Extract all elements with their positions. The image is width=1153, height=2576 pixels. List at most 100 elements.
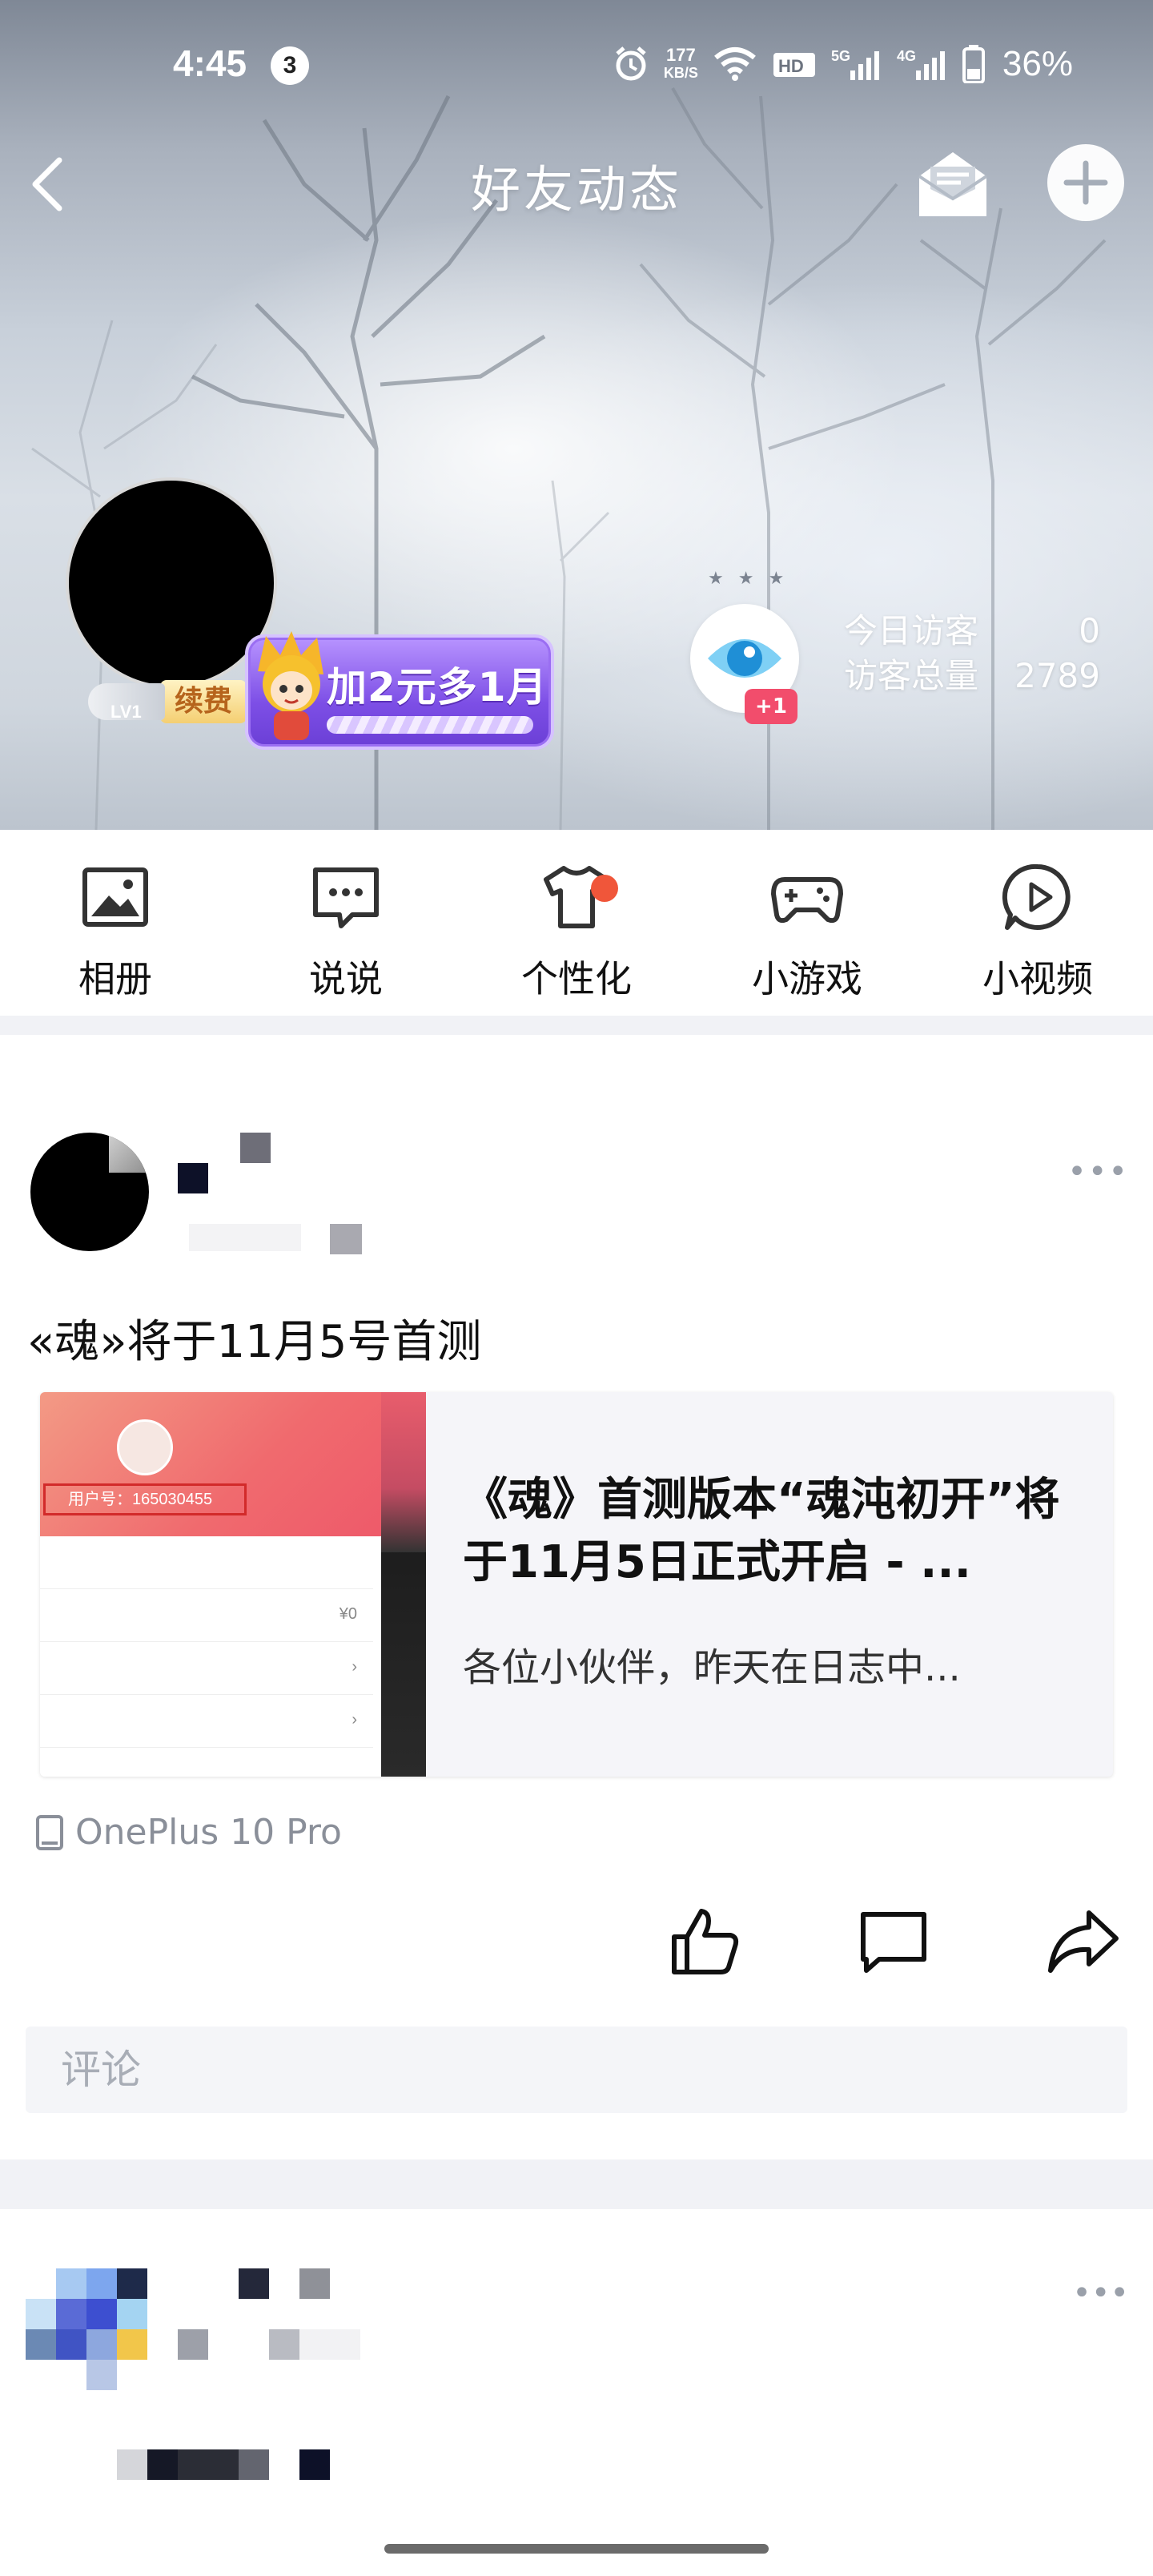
shortcut-label: 小游戏 — [752, 957, 862, 1000]
redacted-avatar — [86, 2360, 117, 2390]
shortcut-label: 说说 — [309, 957, 383, 1000]
total-visitors-label: 访客总量 — [844, 656, 979, 695]
redacted-post-time — [178, 2329, 208, 2360]
renew-button[interactable]: 续费 — [160, 680, 247, 723]
shortcut-label: 相册 — [78, 957, 152, 1000]
vip-promo-text: 加2元多1月 — [327, 664, 548, 710]
visitor-stats[interactable]: 今日访客 0 访客总量 2789 — [844, 609, 1100, 698]
more-options-icon[interactable]: ••• — [1067, 1153, 1129, 1190]
visitor-plus-badge: +1 — [745, 689, 797, 724]
shortcut-shuoshuo[interactable]: 说说 — [231, 859, 461, 1016]
more-options-icon[interactable]: ••• — [1072, 2275, 1129, 2312]
signal-5g-icon: 5G — [831, 48, 879, 80]
thumbnail-list: ¥0 › › — [40, 1536, 373, 1748]
level-badge[interactable]: LV1 续费 — [88, 678, 247, 726]
cover-banner[interactable]: 4:45 3 177 KB/S HD 5G 4G 36% 好友动态 LV1 续费… — [0, 0, 1153, 830]
vip-promo-banner[interactable]: 加2元多1月 — [245, 631, 554, 750]
redacted-post-text — [178, 2449, 239, 2480]
level-text: LV1 — [110, 702, 142, 722]
redacted-post-time — [330, 1224, 362, 1254]
link-description: 各位小伙伴，昨天在日志中... — [463, 1645, 961, 1690]
shortcut-minigames[interactable]: 小游戏 — [692, 859, 922, 1016]
add-post-button[interactable] — [1047, 144, 1124, 221]
stars-icon: ★★★ — [708, 569, 799, 589]
post-actions — [666, 1903, 1121, 1980]
redacted-avatar — [86, 2299, 117, 2329]
today-visitors-value: 0 — [1079, 611, 1100, 650]
link-preview-card[interactable]: 用户号：165030455 ¥0 › › 《魂》首测版本“魂沌初开”将于11月5… — [40, 1392, 1113, 1777]
redacted-avatar — [56, 2329, 86, 2360]
redacted-author-name — [299, 2268, 330, 2299]
thumbnail-row — [40, 1536, 373, 1589]
thumbnail-strip-top — [381, 1392, 426, 1552]
new-badge-dot — [591, 875, 618, 902]
alarm-icon — [616, 46, 646, 81]
redacted-avatar — [86, 2329, 117, 2360]
thumbnail-logo-icon — [117, 1419, 173, 1475]
redacted-avatar[interactable] — [56, 2268, 86, 2299]
hd-voice-icon: HD — [773, 53, 815, 77]
status-time: 4:45 — [173, 42, 247, 84]
status-bar: 4:45 3 177 KB/S HD 5G 4G 36% — [0, 32, 1153, 104]
network-speed: 177 KB/S — [664, 46, 698, 82]
svg-text:5G: 5G — [831, 48, 850, 64]
mascot-icon — [258, 631, 323, 740]
post-text: «魂»将于11月5号首测 — [27, 1316, 482, 1368]
phone-icon — [36, 1814, 63, 1850]
thumbnail-row: ¥0 — [40, 1589, 373, 1642]
signal-4g-icon: 4G — [897, 48, 945, 80]
visitor-button[interactable]: ★★★ +1 — [689, 569, 801, 729]
redacted-avatar — [56, 2299, 86, 2329]
shortcut-bar: 相册 说说 个性化 小游戏 小视频 — [0, 830, 1153, 1016]
shortcut-personalize[interactable]: 个性化 — [461, 859, 692, 1016]
svg-text:HD: HD — [778, 56, 804, 76]
device-info: OnePlus 10 Pro — [35, 1812, 342, 1853]
total-visitors-value: 2789 — [1014, 656, 1100, 695]
redacted-avatar — [117, 2299, 147, 2329]
share-arrow-icon[interactable] — [1044, 1903, 1121, 1980]
network-speed-value: 177 — [666, 45, 696, 65]
gamepad-icon — [771, 877, 843, 924]
chevron-right-icon: › — [352, 1711, 357, 1729]
post-author-avatar[interactable] — [30, 1133, 149, 1251]
section-divider — [0, 1016, 1153, 1035]
thumbnail-row: › — [40, 1642, 373, 1695]
thumbnail-price: ¥0 — [339, 1605, 357, 1623]
redacted-avatar — [26, 2299, 56, 2329]
svg-text:4G: 4G — [897, 48, 916, 64]
status-icons: 177 KB/S HD 5G 4G 36% — [613, 40, 1073, 88]
shortcut-album[interactable]: 相册 — [0, 859, 231, 1016]
redacted-post-text — [117, 2449, 147, 2480]
thumbnail-user-id: 用户号：165030455 — [43, 1483, 247, 1515]
photo-album-icon — [82, 867, 148, 927]
link-title: 《魂》首测版本“魂沌初开”将于11月5日正式开启 - ... — [463, 1474, 1060, 1588]
like-thumb-icon[interactable] — [666, 1903, 743, 1980]
chevron-right-icon: › — [352, 1658, 357, 1676]
shortcut-label: 个性化 — [521, 957, 632, 1000]
comment-input[interactable]: 评论 — [26, 2027, 1127, 2113]
feed-post-partial: ••• — [0, 2209, 1153, 2576]
plus-icon — [1063, 160, 1108, 205]
shortcut-shortvideo[interactable]: 小视频 — [922, 859, 1153, 1016]
redacted-avatar — [117, 2329, 147, 2360]
battery-icon — [962, 45, 985, 83]
redacted-author-name[interactable] — [178, 1163, 208, 1193]
chat-bubble-icon — [313, 867, 379, 928]
battery-percent: 36% — [1002, 44, 1073, 83]
comment-icon[interactable] — [855, 1903, 932, 1980]
notification-count-badge: 3 — [271, 46, 309, 85]
redacted-author-name[interactable] — [239, 2268, 269, 2299]
redacted-post-text — [147, 2449, 178, 2480]
network-speed-unit: KB/S — [663, 65, 698, 81]
redacted-author-name — [240, 1133, 271, 1163]
wifi-icon — [714, 47, 756, 81]
redacted-post-time — [299, 2329, 360, 2360]
device-name: OnePlus 10 Pro — [75, 1812, 342, 1853]
redacted-avatar — [26, 2329, 56, 2360]
redacted-post-text — [239, 2449, 269, 2480]
redacted-post-time — [189, 1224, 301, 1251]
today-visitors-label: 今日访客 — [844, 611, 979, 650]
home-indicator[interactable] — [384, 2544, 769, 2554]
mail-icon[interactable] — [913, 143, 993, 223]
redacted-post-text — [299, 2449, 330, 2480]
